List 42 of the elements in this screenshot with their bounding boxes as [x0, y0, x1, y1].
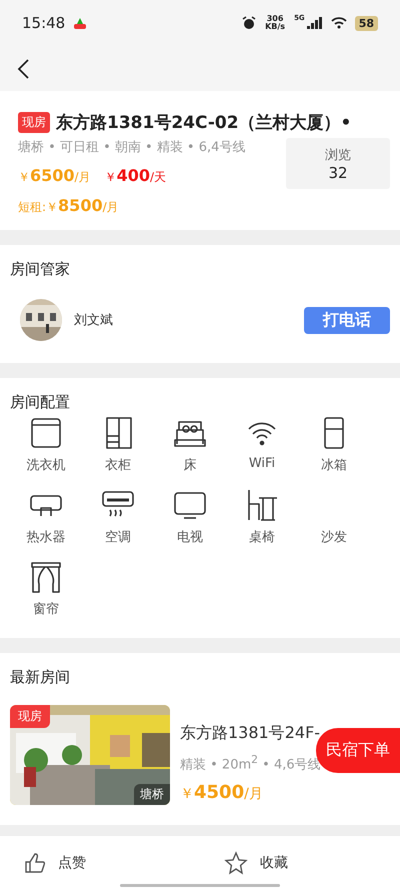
favorite-button[interactable]: 收藏	[200, 836, 400, 889]
status-badge: 现房	[10, 705, 50, 728]
amenity-label: 空调	[105, 529, 131, 546]
battery-indicator: 58	[354, 16, 378, 30]
daily-price: ￥400/天	[104, 166, 166, 186]
status-time: 15:48	[22, 14, 66, 32]
monthly-price: ￥6500/月	[18, 166, 91, 186]
section-heading: 最新房间	[10, 668, 70, 686]
amenity-label: WiFi	[248, 456, 276, 471]
thumbs-up-icon	[24, 852, 46, 874]
desk-icon	[245, 488, 279, 522]
amenity-label: 热水器	[26, 529, 66, 546]
like-button[interactable]: 点赞	[0, 836, 200, 889]
listing-title: 东方路1381号24C-02（兰村大厦）•	[56, 112, 352, 134]
views-count: 32	[328, 164, 348, 182]
views-label: 浏览	[325, 146, 351, 164]
washer-icon	[29, 416, 63, 450]
manager-name: 刘文斌	[74, 312, 113, 329]
star-icon	[224, 850, 248, 874]
amenity-label: 床	[184, 457, 196, 474]
amenity-label: 衣柜	[105, 457, 131, 474]
app-icon	[73, 16, 88, 30]
amenity-label: 窗帘	[33, 601, 59, 618]
section-heading: 房间配置	[10, 393, 70, 411]
section-heading: 房间管家	[10, 260, 70, 278]
amenity-label: 冰箱	[321, 457, 347, 474]
back-icon[interactable]	[16, 58, 30, 80]
wifi-icon	[330, 17, 347, 29]
curtain-icon	[29, 560, 63, 594]
amenity-label: 桌椅	[249, 529, 275, 546]
call-button[interactable]: 打电话	[304, 306, 390, 334]
room-price: ￥4500/月	[180, 782, 264, 804]
amenity-label: 洗衣机	[26, 457, 66, 474]
short-rent-price: 短租:￥8500/月	[18, 196, 120, 216]
alarm-icon	[242, 16, 256, 30]
listing-tags: 塘桥 • 可日租 • 朝南 • 精装 • 6,4号线	[18, 138, 276, 156]
area-label: 塘桥	[134, 784, 170, 805]
signal-icon	[306, 17, 323, 29]
amenity-label: 沙发	[321, 529, 347, 546]
status-badge: 现房	[18, 112, 50, 133]
network-speed: 306 KB/s	[264, 15, 286, 31]
amenity-label: 电视	[177, 529, 203, 546]
